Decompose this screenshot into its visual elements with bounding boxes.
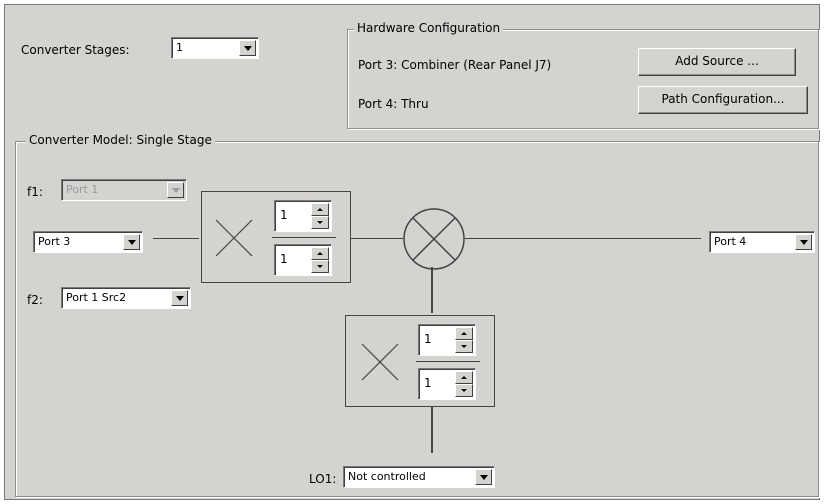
multiplier-x-icon [215, 219, 253, 257]
lo-numerator-spinner[interactable]: 1 [418, 324, 476, 356]
path-configuration-button[interactable]: Path Configuration... [638, 86, 808, 114]
spin-down-icon[interactable] [311, 260, 329, 273]
stage1-multiplier-block: 1 1 [201, 191, 351, 283]
input-port-select[interactable]: Port 3 [33, 231, 143, 253]
f1-select: Port 1 [61, 179, 187, 201]
dropdown-arrow-icon[interactable] [795, 234, 812, 250]
input-port-value: Port 3 [38, 235, 71, 248]
spin-up-icon[interactable] [311, 247, 329, 260]
converter-stages-label: Converter Stages: [21, 43, 130, 57]
stage1-denominator-spinner[interactable]: 1 [274, 244, 332, 276]
spin-up-icon[interactable] [455, 371, 473, 384]
converter-stages-value: 1 [176, 41, 183, 54]
dropdown-arrow-icon [167, 182, 184, 198]
stage1-denominator-value: 1 [280, 252, 288, 266]
lo1-value: Not controlled [348, 470, 426, 483]
f2-value: Port 1 Src2 [66, 291, 127, 304]
converter-stages-select[interactable]: 1 [171, 37, 259, 59]
hardware-config-title: Hardware Configuration [354, 21, 504, 35]
spin-down-icon[interactable] [455, 384, 473, 397]
converter-model-title: Converter Model: Single Stage [26, 133, 215, 147]
lo-signal-line [431, 405, 433, 453]
dropdown-arrow-icon[interactable] [123, 234, 140, 250]
add-source-button[interactable]: Add Source ... [638, 48, 796, 76]
dropdown-arrow-icon[interactable] [475, 469, 492, 485]
dropdown-arrow-icon[interactable] [239, 40, 256, 56]
lo-denominator-value: 1 [424, 376, 432, 390]
output-port-select[interactable]: Port 4 [709, 231, 815, 253]
spin-up-icon[interactable] [311, 203, 329, 216]
stage1-numerator-spinner[interactable]: 1 [274, 200, 332, 232]
f2-label: f2: [27, 293, 43, 307]
spin-down-icon[interactable] [455, 340, 473, 353]
multiplier-x-icon [361, 343, 399, 381]
signal-line [351, 238, 403, 239]
dropdown-arrow-icon[interactable] [171, 290, 188, 306]
port3-info: Port 3: Combiner (Rear Panel J7) [358, 58, 552, 72]
lo1-label: LO1: [309, 472, 337, 486]
signal-line [465, 238, 701, 239]
port4-info: Port 4: Thru [358, 97, 429, 111]
stage1-numerator-value: 1 [280, 208, 288, 222]
f2-select[interactable]: Port 1 Src2 [61, 287, 191, 309]
f1-value: Port 1 [66, 183, 99, 196]
lo-multiplier-block: 1 1 [345, 315, 495, 407]
f1-label: f1: [27, 185, 43, 199]
fraction-bar [272, 237, 336, 238]
converter-panel: Converter Stages: 1 Hardware Configurati… [4, 4, 820, 500]
spin-up-icon[interactable] [455, 327, 473, 340]
signal-line [153, 238, 199, 239]
hardware-config-group: Hardware Configuration Port 3: Combiner … [347, 21, 819, 129]
lo1-select[interactable]: Not controlled [343, 466, 495, 488]
spin-down-icon[interactable] [311, 216, 329, 229]
lo-denominator-spinner[interactable]: 1 [418, 368, 476, 400]
lo-signal-line [431, 267, 433, 313]
fraction-bar [416, 361, 480, 362]
mixer-icon [403, 208, 465, 270]
lo-numerator-value: 1 [424, 332, 432, 346]
output-port-value: Port 4 [714, 235, 747, 248]
